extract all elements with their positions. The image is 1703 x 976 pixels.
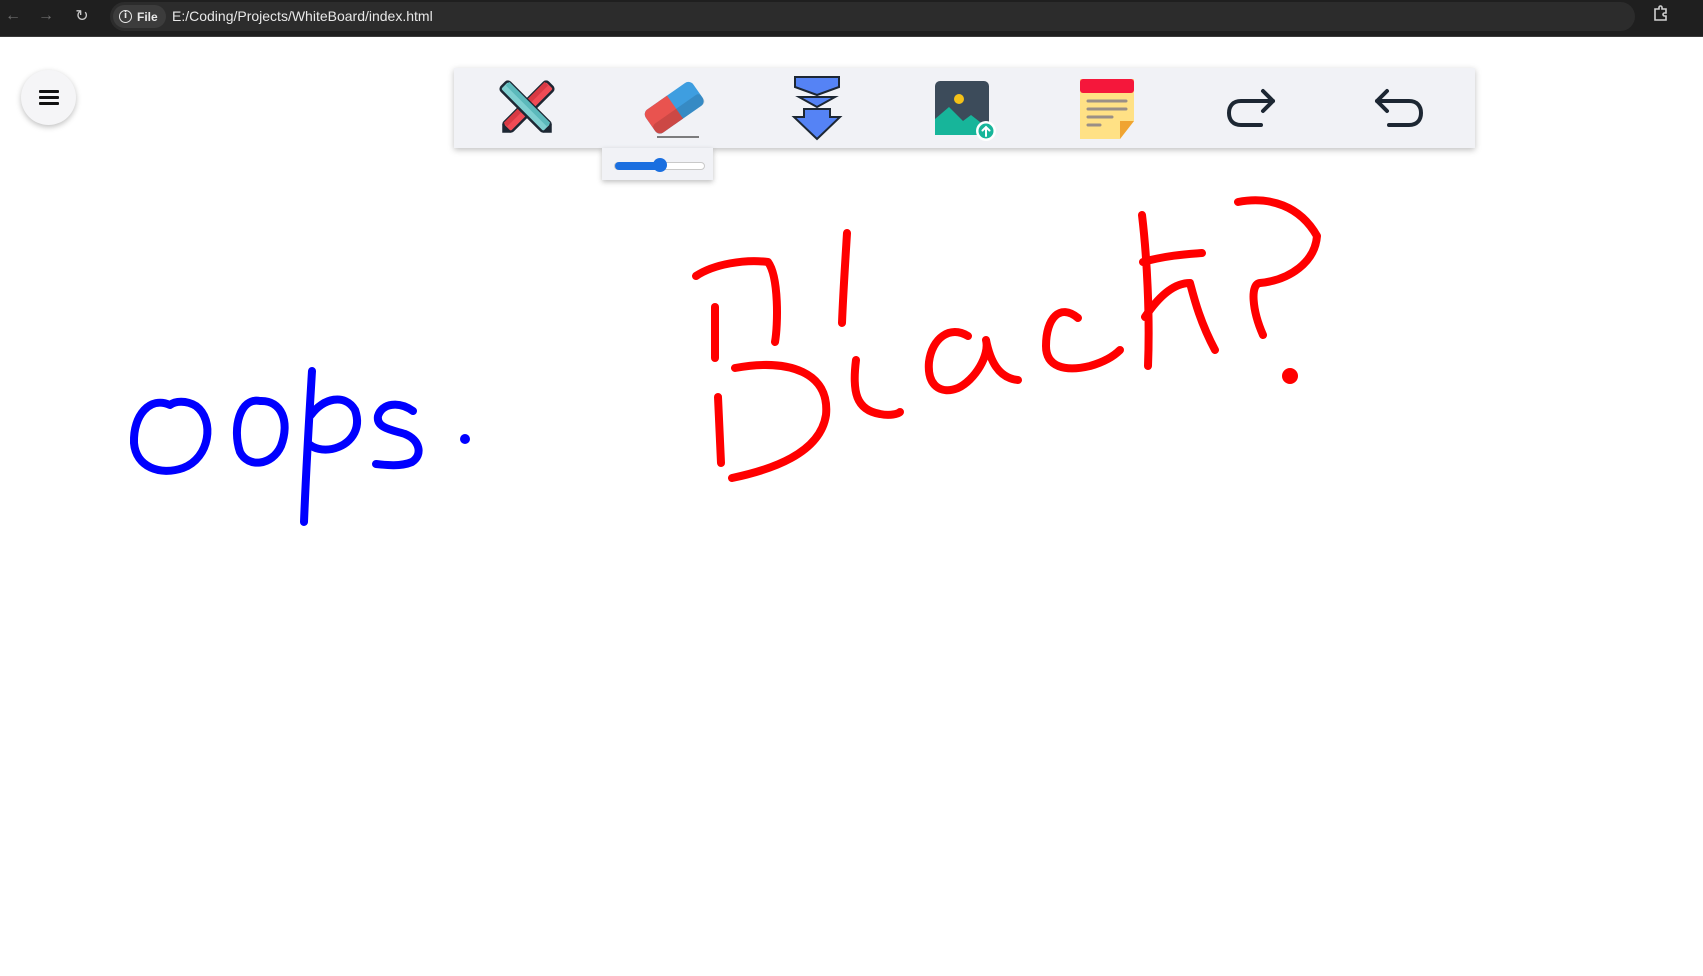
brush-size-popup (602, 148, 713, 180)
undo-arrow-icon (1375, 89, 1423, 127)
extensions-button[interactable] (1652, 4, 1670, 27)
back-button[interactable]: ← (0, 3, 26, 29)
red-stroke-l-top (838, 229, 851, 327)
red-stroke-c (1042, 308, 1124, 373)
brush-size-slider[interactable] (614, 158, 705, 172)
blue-stroke-period (460, 434, 470, 444)
image-upload-icon (935, 81, 996, 141)
brush-size-slider-thumb[interactable] (653, 158, 667, 172)
reload-button[interactable]: ↻ (69, 3, 95, 29)
drawing-canvas[interactable] (0, 37, 1703, 976)
sticky-note-tool-button[interactable] (1069, 73, 1145, 143)
redo-arrow-icon (1227, 89, 1275, 127)
redo-tool-button[interactable] (1214, 73, 1290, 143)
red-stroke-a (924, 328, 1022, 395)
download-tool-button[interactable] (779, 73, 855, 143)
blue-stroke-o2 (232, 396, 289, 467)
blue-stroke-s (372, 400, 423, 470)
red-stroke-b-stem (714, 393, 725, 467)
eraser-icon (644, 81, 705, 138)
blue-stroke-p-bowl (306, 395, 361, 454)
red-handwriting-stroke (692, 196, 1321, 482)
forward-arrow-icon: → (38, 7, 54, 24)
pen-tool-button[interactable] (489, 73, 565, 143)
blue-handwriting-stroke (129, 367, 470, 526)
tool-toolbar (454, 68, 1475, 148)
red-stroke-k-stem (1138, 211, 1153, 370)
red-stroke-question-hook (1234, 196, 1321, 339)
menu-button[interactable] (21, 70, 76, 125)
eraser-tool-button[interactable] (634, 73, 710, 143)
site-info-chip[interactable]: i File (113, 5, 166, 28)
undo-tool-button[interactable] (1360, 73, 1436, 143)
reload-icon: ↻ (75, 8, 89, 25)
sticky-note-icon (1080, 79, 1134, 139)
info-icon: i (119, 10, 132, 23)
forward-button[interactable]: → (33, 3, 59, 29)
upload-image-tool-button[interactable] (924, 73, 1000, 143)
hamburger-icon (38, 89, 59, 106)
address-bar[interactable]: i File E:/Coding/Projects/WhiteBoard/ind… (110, 2, 1635, 31)
url-text[interactable]: E:/Coding/Projects/WhiteBoard/index.html (172, 8, 433, 24)
browser-toolbar: ← → ↻ i File E:/Coding/Projects/WhiteBoa… (0, 0, 1703, 37)
blue-stroke-o1 (129, 397, 212, 475)
red-stroke-b-top (692, 257, 781, 346)
site-chip-label: File (137, 9, 158, 24)
red-stroke-k-leg (1141, 279, 1219, 354)
puzzle-icon (1654, 5, 1667, 21)
back-arrow-icon: ← (5, 7, 21, 24)
red-stroke-k-cross (1139, 249, 1206, 266)
download-arrow-icon (791, 76, 843, 141)
red-stroke-question-dot (1282, 368, 1298, 384)
crossed-pencils-icon (499, 80, 555, 133)
red-stroke-l-bottom (850, 356, 904, 419)
red-stroke-b-bottom (728, 361, 831, 482)
